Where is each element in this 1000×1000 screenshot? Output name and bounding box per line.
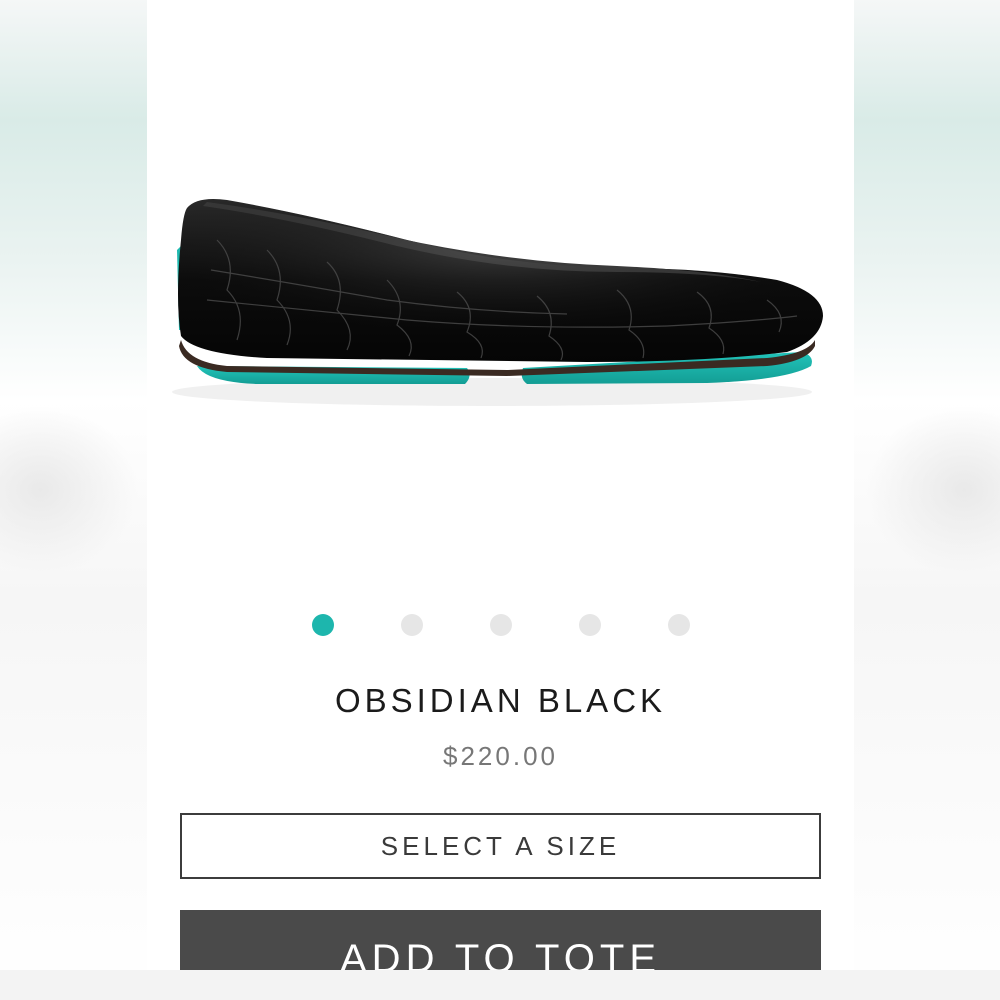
bottom-strip xyxy=(0,970,1000,1000)
carousel-dot-3[interactable] xyxy=(490,614,512,636)
product-title: OBSIDIAN BLACK xyxy=(334,682,667,719)
carousel-dot-5[interactable] xyxy=(668,614,690,636)
carousel-dot-4[interactable] xyxy=(579,614,601,636)
left-background-blur xyxy=(0,0,150,1000)
image-carousel-dots xyxy=(147,614,854,638)
product-price: $220.00 xyxy=(443,741,558,771)
product-image[interactable] xyxy=(147,0,854,590)
product-screen: OBSIDIAN BLACK $220.00 SELECT A SIZE ADD… xyxy=(147,0,854,970)
right-background-blur xyxy=(854,0,1000,1000)
carousel-dot-1[interactable] xyxy=(312,614,334,636)
carousel-dot-2[interactable] xyxy=(401,614,423,636)
select-size-button[interactable]: SELECT A SIZE xyxy=(180,813,821,879)
add-to-tote-button[interactable]: ADD TO TOTE xyxy=(180,910,821,970)
